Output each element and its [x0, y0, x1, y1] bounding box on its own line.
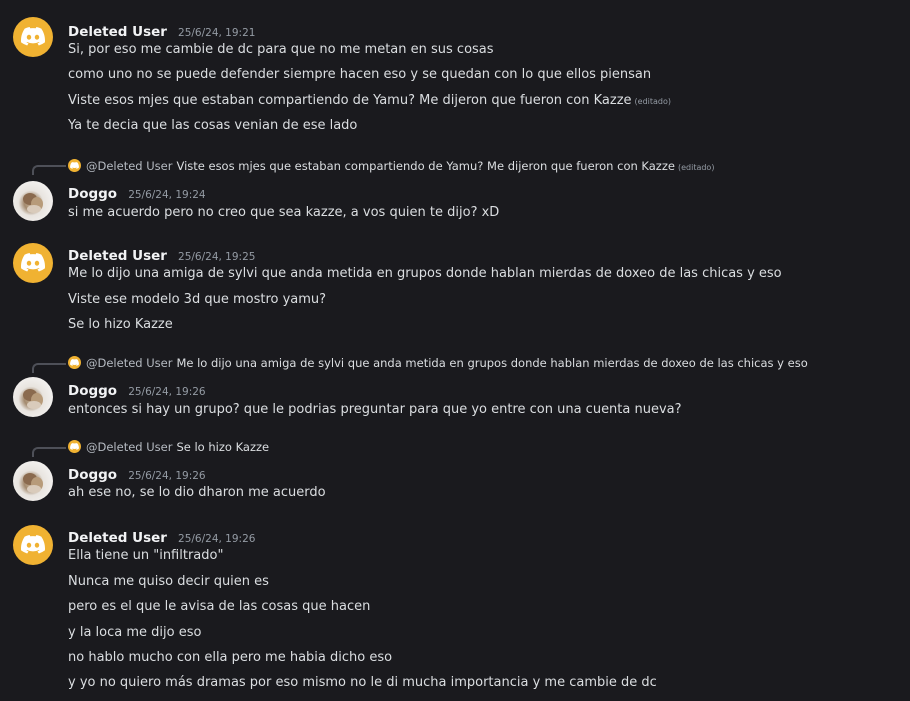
discord-logo-icon — [68, 159, 81, 172]
username[interactable]: Deleted User — [68, 530, 167, 546]
message-text: Ella tiene un "infiltrado" — [68, 548, 224, 563]
reply-text[interactable]: Viste esos mjes que estaban compartiendo… — [176, 159, 675, 173]
discord-logo-icon — [68, 356, 81, 369]
avatar[interactable] — [13, 377, 53, 417]
message-text: no hablo mucho con ella pero me habia di… — [68, 650, 393, 665]
reply-text[interactable]: Me lo dijo una amiga de sylvi que anda m… — [176, 356, 807, 370]
message-text: como uno no se puede defender siempre ha… — [68, 67, 652, 82]
timestamp[interactable]: 25/6/24, 19:26 — [178, 533, 255, 545]
reply-spine — [32, 447, 66, 457]
discord-logo-icon[interactable] — [13, 243, 53, 283]
username[interactable]: Doggo — [68, 383, 117, 399]
timestamp[interactable]: 25/6/24, 19:25 — [178, 251, 255, 263]
edited-label: (editado) — [677, 163, 715, 172]
reply-spine — [32, 363, 66, 373]
message-text: y yo no quiero más dramas por eso mismo … — [68, 675, 657, 690]
username[interactable]: Doggo — [68, 467, 117, 483]
message-text: Si, por eso me cambie de dc para que no … — [68, 42, 494, 57]
reply-author[interactable]: @Deleted User — [86, 159, 172, 173]
reply-spine — [32, 165, 66, 175]
message-text: ah ese no, se lo dio dharon me acuerdo — [68, 485, 326, 500]
message-text: Se lo hizo Kazze — [68, 317, 173, 332]
message-text: Viste esos mjes que estaban compartiendo… — [68, 93, 671, 108]
message-text-content: Viste esos mjes que estaban compartiendo… — [68, 93, 632, 108]
avatar[interactable] — [13, 181, 53, 221]
message-text: y la loca me dijo eso — [68, 625, 202, 640]
discord-logo-icon[interactable] — [13, 17, 53, 57]
edited-label: (editado) — [634, 97, 672, 106]
username[interactable]: Deleted User — [68, 24, 167, 40]
reply-author[interactable]: @Deleted User — [86, 356, 172, 370]
timestamp[interactable]: 25/6/24, 19:26 — [128, 386, 205, 398]
message-text: entonces si hay un grupo? que le podrias… — [68, 402, 682, 417]
timestamp[interactable]: 25/6/24, 19:24 — [128, 189, 205, 201]
reply-text[interactable]: Se lo hizo Kazze — [176, 440, 269, 454]
timestamp[interactable]: 25/6/24, 19:21 — [178, 27, 255, 39]
message-text: Nunca me quiso decir quien es — [68, 574, 269, 589]
username[interactable]: Deleted User — [68, 248, 167, 264]
username[interactable]: Doggo — [68, 186, 117, 202]
message-text: si me acuerdo pero no creo que sea kazze… — [68, 205, 500, 220]
message-text: Me lo dijo una amiga de sylvi que anda m… — [68, 266, 782, 281]
discord-logo-icon — [68, 440, 81, 453]
reply-author[interactable]: @Deleted User — [86, 440, 172, 454]
discord-logo-icon[interactable] — [13, 525, 53, 565]
message-text: pero es el que le avisa de las cosas que… — [68, 599, 371, 614]
timestamp[interactable]: 25/6/24, 19:26 — [128, 470, 205, 482]
avatar[interactable] — [13, 461, 53, 501]
message-text: Ya te decia que las cosas venian de ese … — [68, 118, 358, 133]
reply-preview[interactable]: @Deleted User Se lo hizo Kazze — [68, 440, 269, 456]
reply-preview[interactable]: @Deleted User Me lo dijo una amiga de syl… — [68, 356, 808, 372]
message-text: Viste ese modelo 3d que mostro yamu? — [68, 292, 327, 307]
reply-preview[interactable]: @Deleted User Viste esos mjes que estaban… — [68, 159, 714, 175]
